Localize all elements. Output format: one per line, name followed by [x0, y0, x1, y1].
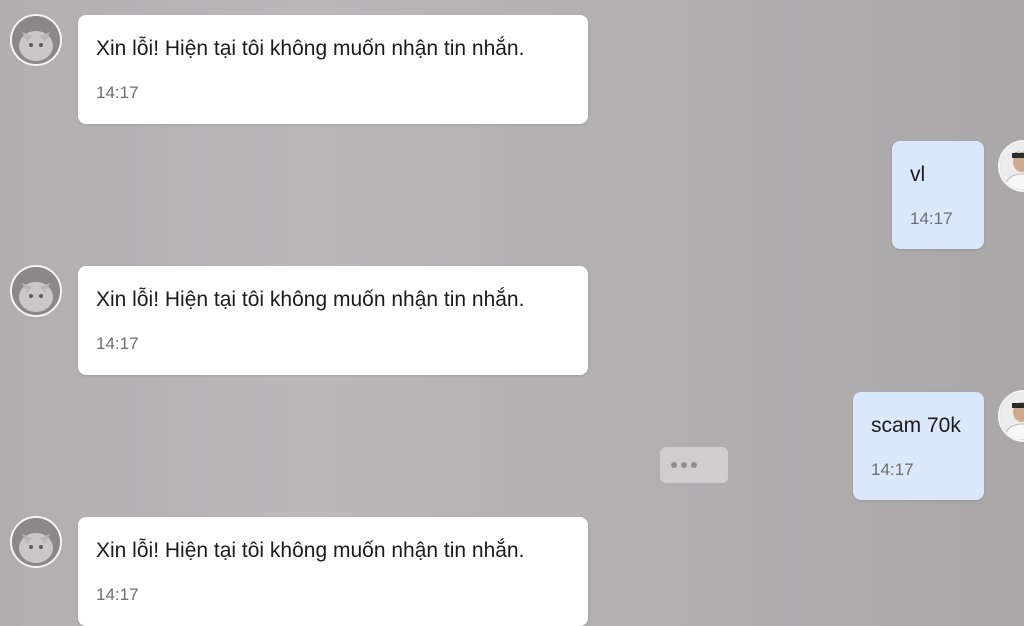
message-text: Xin lỗi! Hiện tại tôi không muốn nhận ti…: [96, 37, 525, 60]
contact-avatar[interactable]: [10, 265, 62, 317]
contact-avatar[interactable]: [10, 14, 62, 66]
message-bubble[interactable]: Xin lỗi! Hiện tại tôi không muốn nhận ti…: [78, 15, 588, 124]
message-time: 14:17: [871, 460, 914, 479]
cat-avatar-icon: [12, 518, 60, 566]
user-avatar[interactable]: [998, 140, 1024, 192]
user-avatar[interactable]: [998, 390, 1024, 442]
message-bubble[interactable]: Xin lỗi! Hiện tại tôi không muốn nhận ti…: [78, 266, 588, 375]
message-text: Xin lỗi! Hiện tại tôi không muốn nhận ti…: [96, 288, 525, 311]
contact-avatar[interactable]: [10, 516, 62, 568]
message-time: 14:17: [96, 585, 139, 604]
user-avatar-icon: [1000, 142, 1024, 190]
message-bubble[interactable]: vl 14:17: [892, 141, 984, 249]
cat-avatar-icon: [12, 267, 60, 315]
more-horizontal-icon: [669, 462, 699, 468]
message-text: vl: [910, 163, 926, 186]
message-more-button[interactable]: [660, 447, 728, 483]
message-text: Xin lỗi! Hiện tại tôi không muốn nhận ti…: [96, 539, 525, 562]
message-text: scam 70k: [871, 414, 961, 437]
user-avatar-icon: [1000, 392, 1024, 440]
message-time: 14:17: [96, 334, 139, 353]
cat-avatar-icon: [12, 16, 60, 64]
message-time: 14:17: [96, 83, 139, 102]
message-bubble[interactable]: Xin lỗi! Hiện tại tôi không muốn nhận ti…: [78, 517, 588, 626]
message-bubble[interactable]: scam 70k 14:17: [853, 392, 984, 500]
message-time: 14:17: [910, 209, 953, 228]
